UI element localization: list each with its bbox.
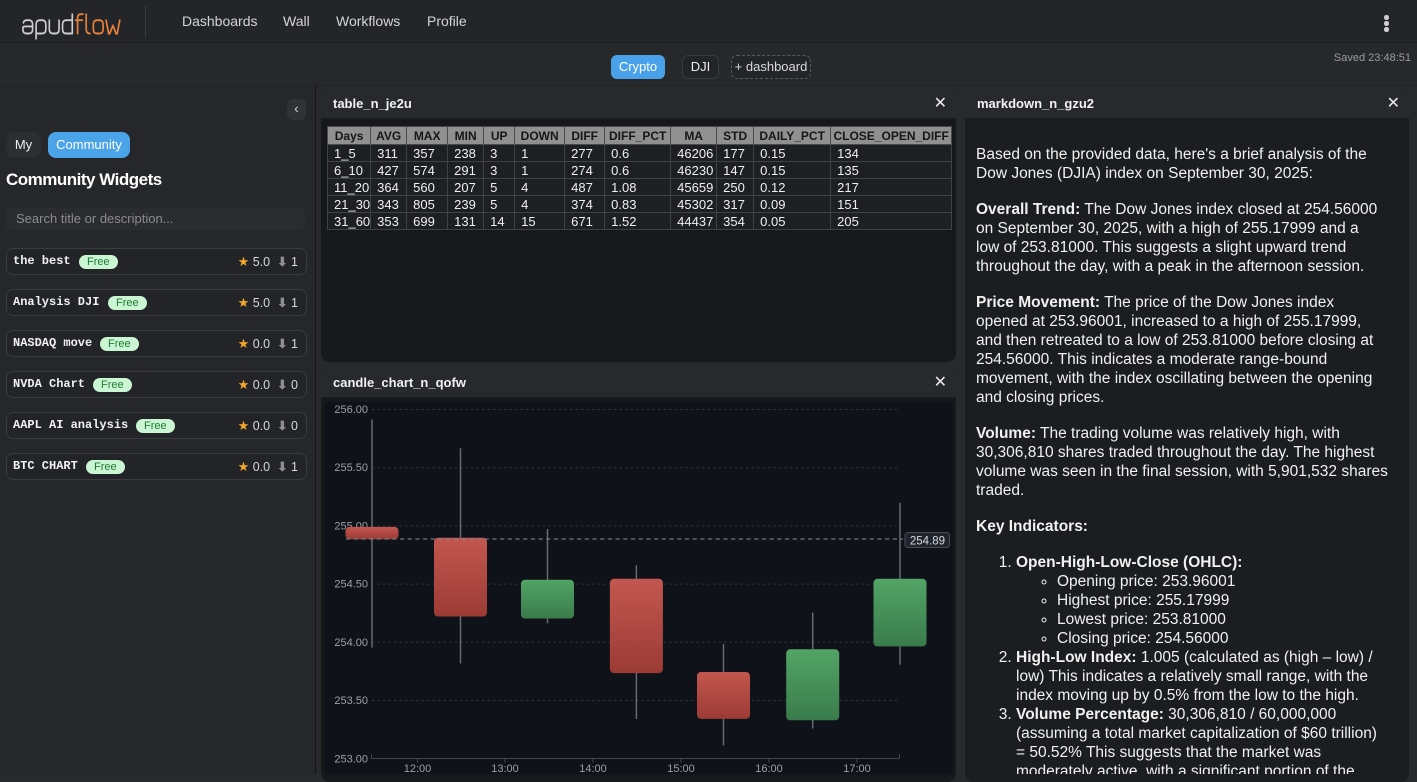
svg-text:254.89: 254.89: [910, 536, 945, 548]
svg-text:13:00: 13:00: [491, 763, 519, 774]
svg-text:253.00: 253.00: [334, 753, 368, 765]
svg-text:14:00: 14:00: [579, 763, 607, 774]
svg-text:16:00: 16:00: [755, 763, 783, 774]
svg-text:255.50: 255.50: [334, 462, 368, 474]
svg-text:15:00: 15:00: [667, 763, 695, 774]
svg-text:17:00: 17:00: [843, 763, 871, 774]
svg-text:256.00: 256.00: [334, 404, 368, 416]
svg-text:254.50: 254.50: [334, 579, 368, 591]
svg-text:253.50: 253.50: [334, 695, 368, 707]
svg-text:254.00: 254.00: [334, 637, 368, 649]
svg-text:12:00: 12:00: [404, 763, 432, 774]
